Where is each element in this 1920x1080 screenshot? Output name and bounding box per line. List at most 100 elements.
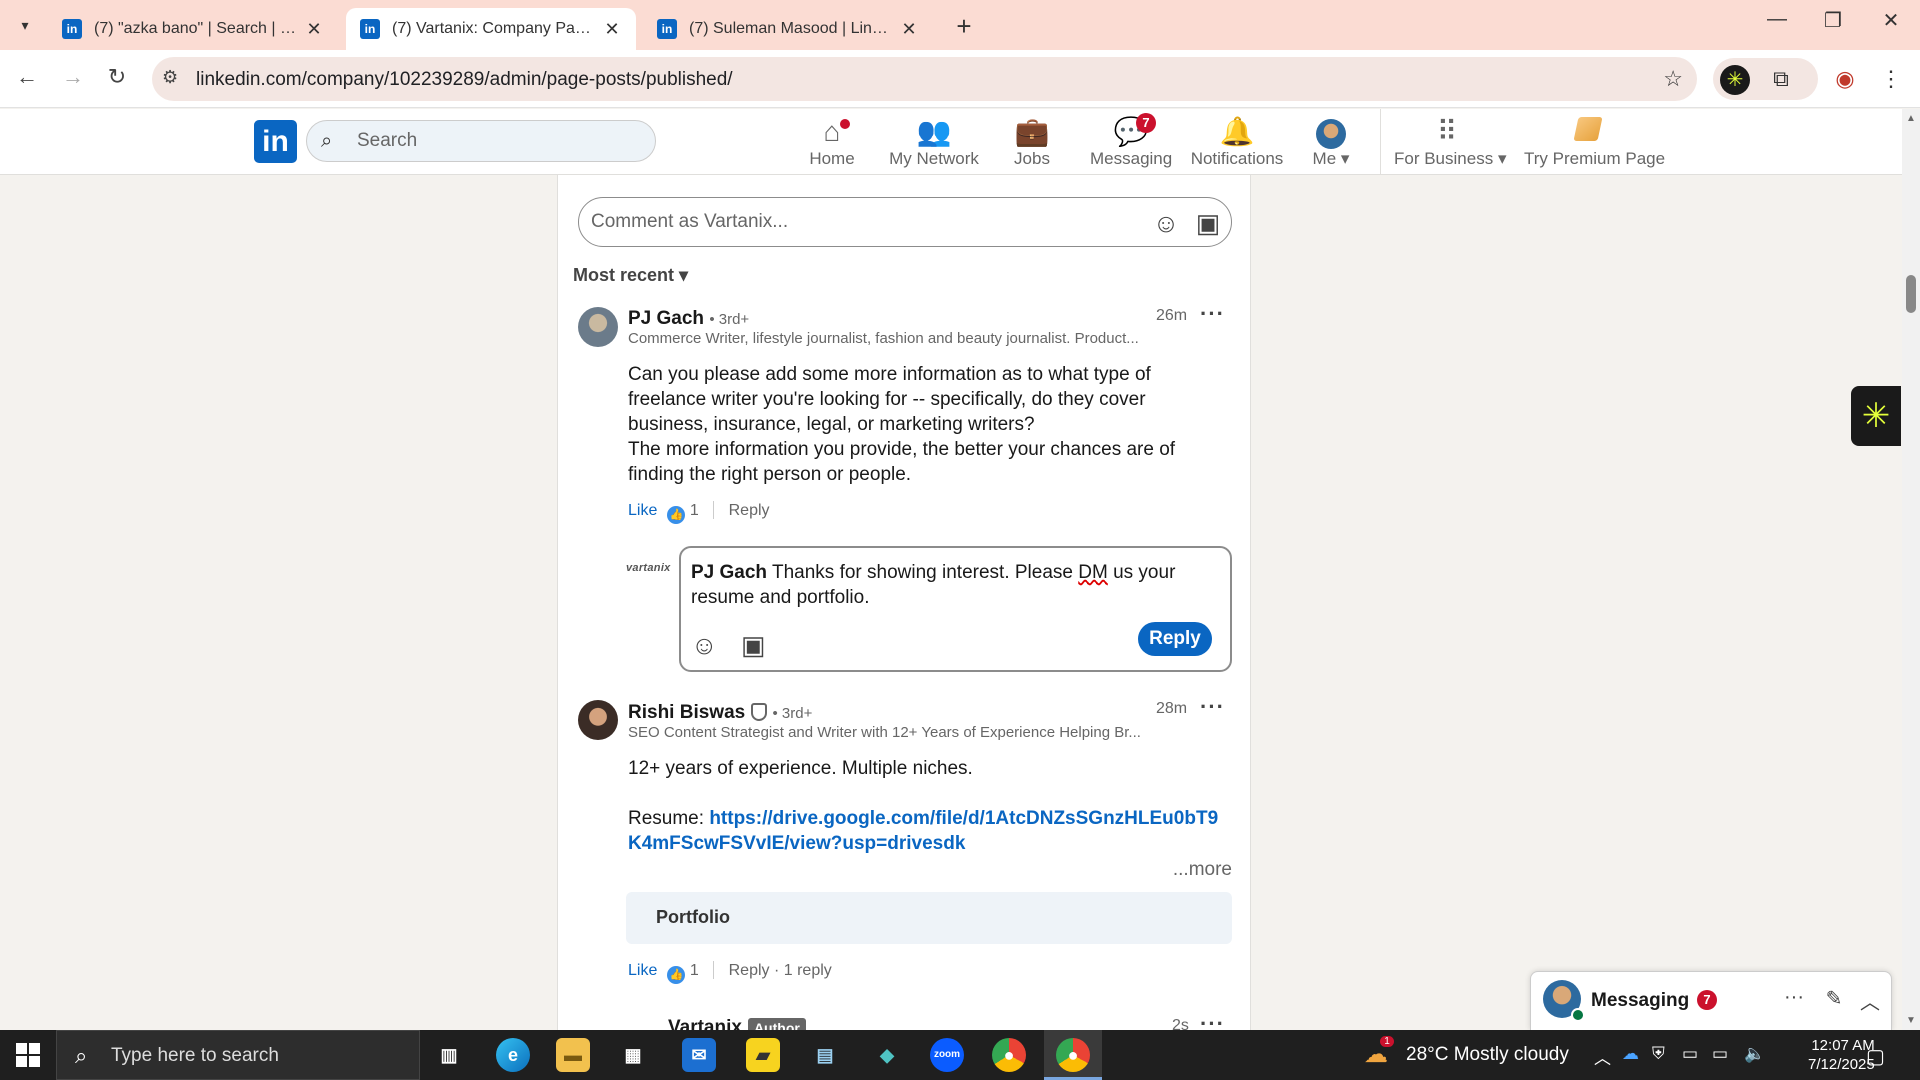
file-explorer-icon[interactable]: ▬ — [556, 1038, 590, 1072]
system-clock[interactable]: 12:07 AM 7/12/2025 — [1808, 1036, 1875, 1074]
perplexity-extension-icon[interactable]: ✳ — [1716, 60, 1754, 98]
like-button[interactable]: Like — [628, 962, 657, 979]
reload-icon[interactable]: ↻ — [102, 64, 132, 90]
chevron-up-icon[interactable]: ︿ — [1857, 986, 1883, 1015]
more-options-icon[interactable]: ··· — [1200, 1011, 1225, 1030]
commenter-name[interactable]: PJ Gach • 3rd+ — [628, 308, 749, 330]
replies-count[interactable]: · 1 reply — [774, 962, 832, 979]
page-scrollbar[interactable]: ▲ ▼ — [1902, 109, 1920, 1030]
nav-me[interactable]: Me ▾ — [1306, 115, 1356, 173]
reply-link[interactable]: Reply — [729, 962, 770, 979]
comment-composer[interactable]: ☺ ▣ — [578, 197, 1232, 247]
nav-jobs[interactable]: 💼 Jobs — [1004, 115, 1060, 173]
likes-count[interactable]: 1 — [690, 962, 699, 979]
address-bar[interactable]: ⚙ linkedin.com/company/102239289/admin/p… — [152, 57, 1697, 101]
mail-icon[interactable]: ✉ — [682, 1038, 716, 1072]
commenter-headline: SEO Content Strategist and Writer with 1… — [628, 724, 1141, 741]
edge-browser-icon[interactable]: e — [496, 1038, 530, 1072]
image-icon[interactable]: ▣ — [1193, 208, 1223, 239]
network-icon[interactable]: ▭ — [1712, 1044, 1728, 1064]
emoji-icon[interactable]: ☺ — [1151, 208, 1181, 239]
compose-icon[interactable]: ✎ — [1821, 986, 1847, 1011]
likes-count[interactable]: 1 — [690, 502, 699, 519]
nav-home[interactable]: ⌂ Home — [800, 115, 864, 173]
like-button[interactable]: Like — [628, 502, 657, 519]
battery-icon[interactable]: ▭ — [1682, 1044, 1698, 1064]
forward-arrow-icon[interactable]: → — [58, 64, 88, 90]
windows-start-icon[interactable] — [16, 1043, 40, 1067]
messaging-title[interactable]: Messaging — [1591, 990, 1689, 1012]
security-icon[interactable]: ⛨ — [1652, 1044, 1665, 1064]
sort-dropdown[interactable]: Most recent ▾ — [573, 265, 688, 286]
new-tab-plus-icon[interactable]: + — [950, 11, 978, 42]
taskbar-search-placeholder[interactable]: Type here to search — [111, 1045, 279, 1067]
chrome-active-icon[interactable]: ● — [1056, 1038, 1090, 1072]
comment-timestamp: 2s — [1172, 1017, 1189, 1030]
comment-input[interactable] — [591, 208, 1091, 236]
profile-avatar-icon[interactable]: ◉ — [1826, 60, 1864, 98]
app-diamond-icon[interactable]: ◆ — [870, 1038, 904, 1072]
browser-menu-icon[interactable]: ⋮ — [1872, 60, 1910, 98]
site-info-icon[interactable]: ⚙ — [162, 67, 178, 88]
reply-input[interactable]: PJ Gach Thanks for showing interest. Ple… — [691, 560, 1221, 610]
window-close-icon[interactable]: ✕ — [1876, 8, 1906, 33]
sticky-notes-icon[interactable]: ▰ — [746, 1038, 780, 1072]
back-arrow-icon[interactable]: ← — [12, 64, 42, 90]
nav-messaging[interactable]: 💬 7 Messaging — [1090, 113, 1172, 173]
close-icon[interactable]: ✕ — [304, 19, 324, 40]
notepad-icon[interactable]: ▤ — [808, 1038, 842, 1072]
url-text[interactable]: linkedin.com/company/102239289/admin/pag… — [196, 69, 733, 91]
see-more-button[interactable]: ...more — [628, 857, 1232, 882]
speaker-icon[interactable]: 🔈 — [1744, 1044, 1765, 1064]
reply-submit-button[interactable]: Reply — [1138, 622, 1212, 656]
taskbar-search[interactable]: ⌕ Type here to search — [56, 1030, 420, 1080]
reply-author-name[interactable]: Vartanix Author — [668, 1017, 806, 1030]
scrollbar-thumb[interactable] — [1906, 275, 1916, 313]
search-input[interactable] — [357, 127, 637, 155]
portfolio-link-preview[interactable]: Portfolio — [626, 892, 1232, 944]
nav-notifications[interactable]: 🔔 Notifications — [1186, 115, 1288, 173]
reply-link[interactable]: Reply — [729, 502, 770, 519]
zoom-icon[interactable]: zoom — [930, 1038, 964, 1072]
chrome-icon[interactable]: ● — [992, 1038, 1026, 1072]
chevron-up-icon[interactable]: ︿ — [1594, 1044, 1611, 1069]
nav-divider — [1380, 109, 1381, 175]
extensions-puzzle-icon[interactable]: ⧉ — [1762, 60, 1800, 98]
perplexity-side-widget-icon[interactable]: ✳ — [1851, 386, 1901, 446]
onedrive-cloud-icon[interactable]: ☁ — [1622, 1044, 1639, 1064]
minimize-icon[interactable]: — — [1762, 8, 1792, 31]
scroll-up-arrow-icon[interactable]: ▲ — [1906, 113, 1916, 124]
like-reaction-icon: 👍 — [667, 506, 686, 524]
nav-for-business[interactable]: ⠿ For Business ▾ — [1394, 115, 1506, 173]
nav-try-premium-page[interactable]: Try Premium Page — [1524, 115, 1665, 173]
browser-tab-azka-search[interactable]: in (7) "azka bano" | Search | LinkedIn ✕ — [48, 8, 338, 50]
restore-icon[interactable]: ❐ — [1818, 8, 1848, 33]
nav-my-network[interactable]: 👥 My Network — [886, 115, 982, 173]
reply-composer[interactable]: PJ Gach Thanks for showing interest. Ple… — [679, 546, 1232, 672]
scroll-down-arrow-icon[interactable]: ▼ — [1906, 1015, 1916, 1026]
close-icon[interactable]: ✕ — [602, 19, 622, 40]
browser-tab-vartanix-admin[interactable]: in (7) Vartanix: Company Page Admin ✕ — [346, 8, 636, 50]
linkedin-logo[interactable]: in — [254, 120, 297, 163]
more-options-icon[interactable]: ··· — [1200, 694, 1225, 720]
mention-tag[interactable]: PJ Gach — [691, 562, 767, 583]
close-icon[interactable]: ✕ — [899, 19, 919, 40]
commenter-avatar[interactable] — [578, 307, 618, 347]
image-icon[interactable]: ▣ — [741, 630, 766, 661]
messaging-overlay[interactable]: Messaging 7 ··· ✎ ︿ — [1530, 971, 1892, 1030]
commenter-avatar[interactable] — [578, 700, 618, 740]
global-search[interactable]: ⌕ — [306, 120, 656, 162]
post-comments-card: ☺ ▣ Most recent ▾ PJ Gach • 3rd+ Commerc… — [557, 175, 1251, 1030]
browser-tab-suleman-masood[interactable]: in (7) Suleman Masood | LinkedIn ✕ — [643, 8, 933, 50]
more-options-icon[interactable]: ··· — [1781, 986, 1807, 1009]
more-options-icon[interactable]: ··· — [1200, 301, 1225, 327]
resume-link[interactable]: https://drive.google.com/file/d/1AtcDNZs… — [628, 808, 1218, 854]
weather-text[interactable]: 28°C Mostly cloudy — [1406, 1044, 1569, 1066]
task-view-icon[interactable]: ▥ — [432, 1038, 466, 1072]
bookmark-star-icon[interactable]: ☆ — [1663, 66, 1683, 92]
microsoft-store-icon[interactable]: ▦ — [616, 1038, 650, 1072]
commenter-name[interactable]: Rishi Biswas • 3rd+ — [628, 702, 812, 724]
emoji-icon[interactable]: ☺ — [691, 630, 718, 661]
notifications-center-icon[interactable]: ▢ — [1866, 1044, 1885, 1069]
tab-search-chevron-icon[interactable]: ▾ — [12, 12, 38, 38]
